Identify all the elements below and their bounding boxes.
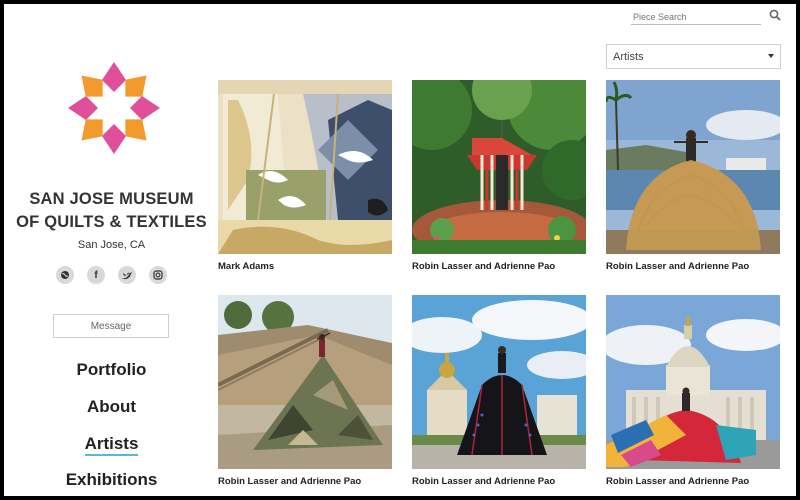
search-input[interactable]: [631, 9, 761, 25]
instagram-icon[interactable]: [149, 266, 167, 284]
twitter-icon[interactable]: [118, 266, 136, 284]
artist-filter-value: Artists: [613, 50, 644, 63]
piece-thumbnail[interactable]: [606, 80, 780, 254]
piece-thumbnail[interactable]: [606, 295, 780, 469]
piece-thumbnail[interactable]: [412, 295, 586, 469]
piece-artist[interactable]: Mark Adams: [218, 261, 392, 272]
piece-card[interactable]: Robin Lasser and Adrienne Pao: [218, 295, 392, 487]
piece-artist[interactable]: Robin Lasser and Adrienne Pao: [412, 476, 586, 487]
piece-card[interactable]: Mark Adams: [218, 80, 392, 272]
message-button[interactable]: Message: [53, 314, 169, 338]
search-icon[interactable]: [769, 9, 781, 21]
nav-item-label: About: [86, 397, 137, 416]
piece-card[interactable]: Robin Lasser and Adrienne Pao: [412, 80, 586, 272]
sidebar: SAN JOSE MUSEUM OF QUILTS & TEXTILES San…: [4, 4, 219, 496]
facebook-icon[interactable]: f: [87, 266, 105, 284]
artist-filter-select[interactable]: Artists: [606, 44, 781, 69]
nav-item-label: Artists: [84, 434, 139, 456]
piece-artist[interactable]: Robin Lasser and Adrienne Pao: [606, 261, 780, 272]
museum-logo[interactable]: [64, 58, 164, 158]
nav-item-artists[interactable]: Artists: [4, 434, 219, 456]
museum-title-line2: OF QUILTS & TEXTILES: [16, 213, 207, 231]
piece-thumbnail[interactable]: [412, 80, 586, 254]
museum-title-line1: SAN JOSE MUSEUM: [29, 190, 194, 208]
museum-location: San Jose, CA: [77, 239, 146, 251]
website-icon[interactable]: [56, 266, 74, 284]
nav-item-about[interactable]: About: [4, 397, 219, 417]
museum-title[interactable]: SAN JOSE MUSEUM OF QUILTS & TEXTILES: [4, 188, 219, 234]
nav-item-exhibitions[interactable]: Exhibitions: [4, 470, 219, 490]
piece-artist[interactable]: Robin Lasser and Adrienne Pao: [412, 261, 586, 272]
piece-thumbnail[interactable]: [218, 80, 392, 254]
chevron-down-icon: [768, 54, 774, 58]
piece-thumbnail[interactable]: [218, 295, 392, 469]
piece-card[interactable]: Robin Lasser and Adrienne Pao: [606, 80, 780, 272]
social-links: f: [56, 266, 176, 286]
piece-card[interactable]: Robin Lasser and Adrienne Pao: [412, 295, 586, 487]
nav-item-label: Exhibitions: [65, 470, 158, 489]
piece-artist[interactable]: Robin Lasser and Adrienne Pao: [606, 476, 780, 487]
nav-item-portfolio[interactable]: Portfolio: [4, 360, 219, 380]
nav-item-label: Portfolio: [76, 360, 147, 379]
piece-artist[interactable]: Robin Lasser and Adrienne Pao: [218, 476, 392, 487]
piece-card[interactable]: Robin Lasser and Adrienne Pao: [606, 295, 780, 487]
page-frame: Artists SAN JOSE MUSEUM OF QUILTS & TEXT…: [4, 4, 796, 496]
